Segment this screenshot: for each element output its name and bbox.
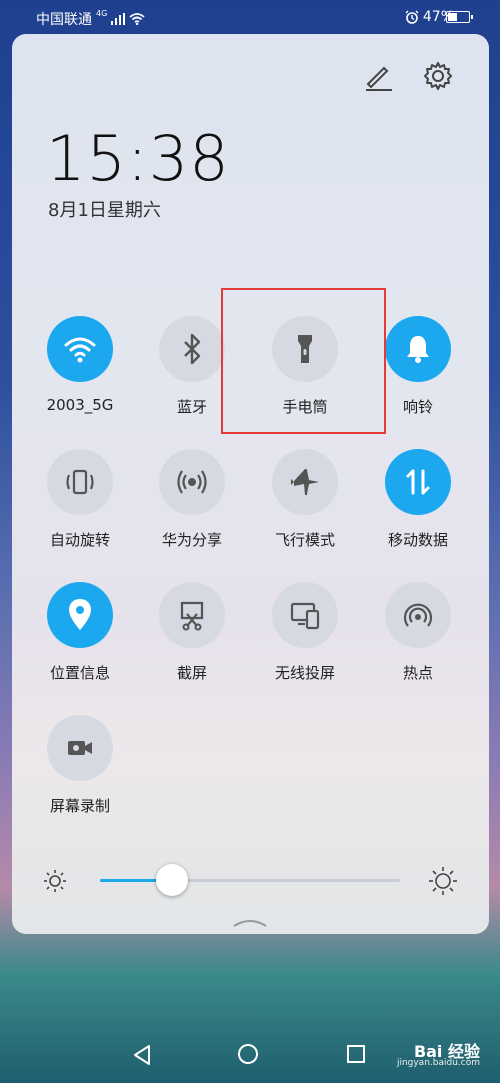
tile-toggle[interactable] [385,449,451,515]
wifi-icon [63,332,97,366]
brightness-track[interactable] [100,879,400,882]
tile-wifi[interactable]: 2003_5G [24,316,136,414]
brightness-slider[interactable] [12,860,489,900]
tile-toggle[interactable] [385,582,451,648]
hotspot-icon [401,598,435,632]
brightness-high-icon [429,867,457,895]
network-type: 4G [96,8,108,18]
alarm-icon [405,10,419,24]
gear-icon [424,62,452,90]
tile-label: 移动数据 [387,531,448,549]
settings-button[interactable] [422,60,454,92]
edit-button[interactable] [362,60,394,92]
tile-hotspot[interactable]: 热点 [362,582,474,683]
brightness-low-icon [44,870,66,892]
tile-screen-record[interactable]: 屏幕录制 [24,715,136,816]
tile-toggle[interactable] [159,449,225,515]
collapse-handle[interactable] [232,918,268,928]
tile-toggle[interactable] [272,449,338,515]
back-button[interactable] [131,1044,153,1066]
tile-toggle[interactable] [47,715,113,781]
signal-icon [111,13,126,25]
tile-huawei-share[interactable]: 华为分享 [136,449,248,550]
tile-label: 热点 [402,664,433,682]
tile-airplane[interactable]: 飞行模式 [249,449,361,550]
tile-toggle[interactable] [47,449,113,515]
screen-record-icon [63,731,97,765]
bell-icon [403,332,433,366]
navigation-bar: Bai 经验 jingyan.baidu.com [0,1020,500,1083]
location-icon [65,597,95,633]
recents-button[interactable] [347,1045,365,1063]
battery-icon [446,11,473,23]
tile-label: 屏幕录制 [49,797,110,815]
home-button[interactable] [238,1044,258,1064]
auto-rotate-icon [63,465,97,499]
tile-toggle[interactable] [47,582,113,648]
tile-screenshot[interactable]: 截屏 [136,582,248,683]
watermark-url: jingyan.baidu.com [396,1058,480,1068]
clock: 15:38 [46,122,230,195]
tile-toggle[interactable] [159,582,225,648]
huawei-share-icon [175,465,209,499]
brightness-knob[interactable] [156,864,188,896]
wireless-projection-icon [288,598,322,632]
status-bar: 中国联通 4G 47% [0,0,500,34]
tile-mobile-data[interactable]: 移动数据 [362,449,474,550]
airplane-icon [288,465,322,499]
tile-auto-rotate[interactable]: 自动旋转 [24,449,136,550]
quick-settings-panel: 15:38 8月1日星期六 2003_5G 蓝牙 手电筒 响铃 自动旋转 华为分享 飞行模式… [12,34,489,934]
tile-label: 2003_5G [46,396,114,414]
tile-label: 截屏 [176,664,207,682]
tile-toggle[interactable] [47,316,113,382]
tile-label: 飞行模式 [274,531,335,549]
bluetooth-icon [177,332,207,366]
screenshot-icon [175,598,209,632]
tile-label: 位置信息 [49,664,110,682]
mobile-data-icon [403,465,433,499]
carrier-label: 中国联通 [36,12,92,28]
tile-toggle[interactable] [385,316,451,382]
date: 8月1日星期六 [48,200,161,221]
tile-label: 无线投屏 [274,664,335,682]
tile-label: 自动旋转 [49,531,110,549]
tile-label: 华为分享 [161,531,222,549]
highlight-box [221,288,386,434]
tile-toggle[interactable] [159,316,225,382]
tile-location[interactable]: 位置信息 [24,582,136,683]
tile-toggle[interactable] [272,582,338,648]
tile-wireless-projection[interactable]: 无线投屏 [249,582,361,683]
pencil-icon [366,66,392,91]
wifi-status-icon [129,13,145,25]
